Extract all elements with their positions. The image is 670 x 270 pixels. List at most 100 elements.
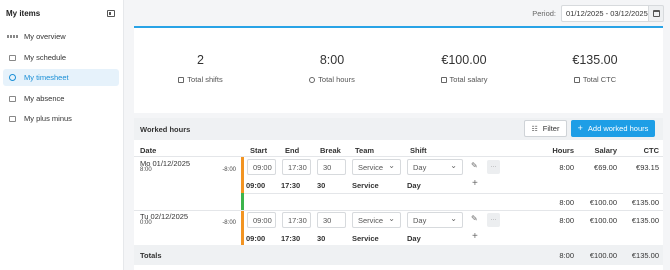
- more-options-button[interactable]: ···: [487, 160, 500, 174]
- row-salary: €69.00: [594, 163, 617, 172]
- team-select[interactable]: Service: [352, 159, 401, 175]
- detail-end: 17:30: [281, 234, 301, 243]
- sidebar-item-my-overview[interactable]: My overview: [3, 28, 119, 45]
- summary-card: 2 Total shifts 8:00 Total hours €100.00 …: [134, 26, 663, 113]
- period-input[interactable]: 01/12/2025 - 03/12/2025: [561, 4, 649, 22]
- totals-row: Totals 8:00 €100.00 €135.00: [134, 245, 663, 265]
- calendar-icon: [178, 76, 185, 83]
- col-salary: Salary: [594, 146, 617, 155]
- plus-icon: +: [577, 123, 583, 133]
- day-planned: 0:00: [140, 220, 152, 226]
- detail-shift: Day: [407, 181, 421, 190]
- stat-value: €100.00: [441, 53, 487, 67]
- row-hours: 8:00: [559, 163, 574, 172]
- add-entry-icon[interactable]: +: [472, 178, 478, 189]
- end-time-input[interactable]: 17:30: [282, 212, 311, 228]
- sidebar: My items My overview My schedule My time…: [0, 0, 124, 270]
- period-label: Period:: [532, 8, 556, 18]
- detail-team: Service: [352, 234, 379, 243]
- detail-break: 30: [317, 181, 326, 190]
- sidebar-item-my-timesheet[interactable]: My timesheet: [3, 69, 119, 86]
- worked-hours-title: Worked hours: [140, 124, 191, 134]
- stat-label: Total CTC: [582, 75, 617, 84]
- col-hours: Hours: [552, 146, 574, 155]
- edit-icon[interactable]: ✎: [471, 161, 478, 170]
- calendar-icon: [8, 95, 16, 103]
- stat-total-hours: 8:00 Total hours: [282, 53, 382, 84]
- sidebar-header: My items: [0, 0, 123, 26]
- col-end: End: [285, 146, 300, 155]
- calendar-icon: [8, 54, 16, 62]
- top-bar: Period: 01/12/2025 - 03/12/2025: [124, 0, 670, 26]
- sidebar-item-my-schedule[interactable]: My schedule: [3, 49, 119, 66]
- start-time-input[interactable]: 09:00: [247, 159, 276, 175]
- collapse-sidebar-icon[interactable]: [107, 9, 115, 17]
- detail-break: 30: [317, 234, 326, 243]
- totals-hours: 8:00: [559, 251, 574, 260]
- stat-total-shifts: 2 Total shifts: [149, 53, 252, 84]
- filter-label: Filter: [542, 124, 560, 133]
- sidebar-item-label: My absence: [24, 94, 65, 103]
- status-bar: [241, 157, 244, 193]
- sidebar-item-label: My timesheet: [24, 73, 69, 82]
- detail-team: Service: [352, 181, 379, 190]
- day-diff: -8:00: [222, 220, 236, 226]
- start-time-input[interactable]: 09:00: [247, 212, 276, 228]
- col-date: Date: [140, 146, 157, 155]
- day-diff: -8:00: [222, 167, 236, 173]
- col-team: Team: [355, 146, 375, 155]
- wallet-icon: [440, 76, 447, 83]
- worked-hours-header: Worked hours ☷ Filter + Add worked hours: [134, 118, 663, 140]
- building-icon: [573, 76, 580, 83]
- row-salary: €100.00: [589, 216, 617, 225]
- add-entry-icon[interactable]: +: [472, 231, 478, 242]
- stat-total-salary: €100.00 Total salary: [414, 53, 514, 84]
- detail-start: 09:00: [246, 181, 266, 190]
- totals-ctc: €135.00: [631, 251, 659, 260]
- add-worked-hours-label: Add worked hours: [587, 124, 649, 133]
- status-bar: [241, 211, 244, 245]
- shift-select[interactable]: Day: [407, 212, 463, 228]
- totals-salary: €100.00: [589, 251, 617, 260]
- break-input[interactable]: 30: [317, 159, 346, 175]
- sidebar-title: My items: [6, 8, 41, 18]
- clock-icon: [8, 74, 16, 82]
- edit-icon[interactable]: ✎: [471, 214, 478, 223]
- sidebar-item-my-plus-minus[interactable]: My plus minus: [3, 110, 119, 127]
- subtotal-ctc: €135.00: [631, 198, 659, 207]
- calendar-icon: [652, 9, 660, 17]
- stat-value: 2: [197, 53, 204, 67]
- col-ctc: CTC: [643, 146, 659, 155]
- sidebar-item-my-absence[interactable]: My absence: [3, 90, 119, 107]
- stat-label: Total salary: [449, 75, 488, 84]
- divider: [134, 210, 663, 211]
- stat-value: €135.00: [572, 53, 618, 67]
- sidebar-item-label: My plus minus: [24, 114, 72, 123]
- period-calendar-button[interactable]: [649, 4, 664, 22]
- worked-hours-card: Worked hours ☷ Filter + Add worked hours…: [134, 118, 663, 270]
- col-start: Start: [250, 146, 268, 155]
- divider: [244, 193, 663, 194]
- add-worked-hours-button[interactable]: + Add worked hours: [571, 120, 655, 137]
- end-time-input[interactable]: 17:30: [282, 159, 311, 175]
- clock-icon: [309, 76, 316, 83]
- stat-total-ctc: €135.00 Total CTC: [545, 53, 645, 84]
- col-shift: Shift: [410, 146, 427, 155]
- detail-shift: Day: [407, 234, 421, 243]
- filter-button[interactable]: ☷ Filter: [524, 120, 567, 137]
- more-options-button[interactable]: ···: [487, 213, 500, 227]
- shift-select[interactable]: Day: [407, 159, 463, 175]
- break-input[interactable]: 30: [317, 212, 346, 228]
- grid-icon: [6, 33, 18, 41]
- day-planned: 8:00: [140, 167, 152, 173]
- row-ctc: €93.15: [636, 163, 659, 172]
- sidebar-item-label: My schedule: [24, 53, 67, 62]
- detail-start: 09:00: [246, 234, 266, 243]
- stat-label: Total shifts: [187, 75, 223, 84]
- sidebar-item-label: My overview: [24, 32, 66, 41]
- row-ctc: €135.00: [631, 216, 659, 225]
- row-hours: 8:00: [559, 216, 574, 225]
- list-icon: [8, 115, 16, 123]
- team-select[interactable]: Service: [352, 212, 401, 228]
- status-bar: [241, 193, 244, 210]
